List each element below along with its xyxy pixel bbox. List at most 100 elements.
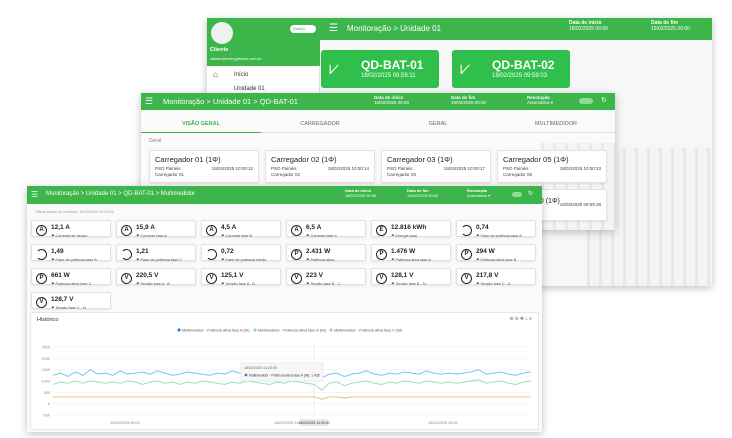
legend-marker (253, 328, 257, 332)
series-line (52, 379, 532, 391)
tab-geral[interactable]: GERAL (379, 116, 497, 133)
metric-icon: V (461, 273, 472, 284)
metric-label: ⚑ Fator de potência fase B (51, 258, 97, 262)
date-end[interactable]: Data de fim 19/02/2025 00:00 (651, 20, 690, 33)
menu-icon[interactable]: ☰ (329, 23, 338, 34)
metric-icon (121, 249, 132, 260)
metric-card: P 294 W ⚑ Potência ativa fase B (456, 244, 536, 262)
card-title: QD-BAT-01 (361, 58, 424, 72)
metric-icon: A (291, 225, 302, 236)
metric-label: ⚑ Energia total (391, 234, 417, 238)
date-start[interactable]: Data de início 18/02/2025 06:00 (345, 188, 376, 198)
x-tick-label: 18/02/2025 06:00 (110, 421, 140, 425)
metric-label: ⚑ Corrente fase C (306, 234, 338, 238)
menu-icon[interactable]: ☰ (31, 190, 38, 199)
metric-label: ⚑ Potência ativa fase C (51, 282, 92, 286)
metric-label: ⚑ Potência ativa (306, 258, 335, 262)
resolution-select[interactable]: Resolução Automática ▾ (527, 95, 553, 105)
y-tick-label: 0 (48, 402, 50, 406)
user-name: Cliente (210, 47, 229, 53)
charger-card-02[interactable]: Carregador 02 (1Φ) PSO Painéis Carregador… (265, 150, 375, 183)
metric-value: 15,9 A (136, 224, 155, 231)
metric-value: 217,8 V (476, 272, 499, 279)
metric-value: 128,1 V (391, 272, 414, 279)
metric-icon: E (376, 225, 387, 236)
metric-label: ⚑ Tensão fase A - N (221, 282, 256, 286)
top-bar: ☰ Monitoração > Unidade 01 > QD-BAT-01 D… (141, 93, 615, 110)
last-update: Última leitura do medidor: 18/02/2025 11… (35, 210, 114, 214)
metric-icon: V (121, 273, 132, 284)
charger-card-03[interactable]: Carregador 03 (1Φ) PSO Painéis Carregador… (381, 150, 491, 183)
y-tick-label: 2000 (42, 357, 50, 361)
metric-value: 661 W (51, 272, 70, 279)
equipment-logo-icon: ⩗ (329, 58, 340, 78)
metric-value: 12.816 kWh (391, 224, 427, 231)
metric-icon (206, 249, 217, 260)
metric-icon: V (376, 273, 387, 284)
metric-card: 1,49 ⚑ Fator de potência fase B (31, 244, 111, 262)
sidebar-item-label: Início (234, 72, 249, 78)
charger-title: Carregador 03 (1Φ) (387, 155, 453, 164)
charger-card-01[interactable]: Carregador 01 (1Φ) PSO Painéis Carregador… (149, 150, 259, 183)
metric-value: 0,72 (221, 248, 234, 255)
metric-value: 1,21 (136, 248, 149, 255)
metric-icon: V (291, 273, 302, 284)
metric-label: ⚑ Corrente fase B (221, 234, 253, 238)
charger-date: 18/02/2025 10:00:23 (559, 166, 601, 171)
metric-icon: P (291, 249, 302, 260)
metric-value: 1.476 W (391, 248, 416, 255)
sidebar-item-label: Unidade 01 (234, 86, 265, 92)
metric-card: P 661 W ⚑ Potência ativa fase C (31, 268, 111, 286)
metric-card: V 217,8 V ⚑ Tensão fase C - A (456, 268, 536, 286)
tab-visao-geral[interactable]: VISÃO GERAL (141, 116, 261, 133)
metric-card: 1,21 ⚑ Fator de potência fase C (116, 244, 196, 262)
card-date: 18/02/2025 09:59:03 (492, 73, 548, 79)
history-panel: Histórico ⊕⊖✥⌂≡ 2500 2000 1500 1000 500 0 -500… (30, 312, 539, 430)
date-end[interactable]: Data de fim 19/02/2025 00:00 (451, 95, 486, 105)
metric-icon: V (206, 273, 217, 284)
metric-card: V 223 V ⚑ Tensão fase B - C (286, 268, 366, 286)
resolution-select[interactable]: Resolução Automática ▾ (467, 188, 490, 198)
y-tick-label: 2500 (42, 346, 50, 350)
date-start[interactable]: Data de início 18/02/2025 06:00 (374, 95, 409, 105)
charger-card-05[interactable]: Carregador 05 (1Φ) PSO Painéis Carregador… (497, 150, 607, 183)
history-chart[interactable]: 2500 2000 1500 1000 500 0 -500 18/02/2025 06:00… (31, 323, 540, 431)
tab-carregador[interactable]: CARREGADOR (261, 116, 379, 133)
download-icon[interactable]: ≡ (529, 316, 533, 322)
metric-card: V 128,7 V ⚑ Tensão fase C - N (31, 292, 111, 310)
metric-label: ⚑ Fator de potência fase C (136, 258, 183, 262)
metric-label: ⚑ Fator de potência médio (221, 258, 267, 262)
metric-icon: P (461, 249, 472, 260)
card-title: QD-BAT-02 (492, 58, 555, 72)
x-tick-label: 18/02/2025 18:00 (428, 421, 458, 425)
sidebar-item-inicio[interactable]: ⌂ Início (207, 68, 320, 82)
metric-card: E 12.816 kWh ⚑ Energia total (371, 220, 451, 238)
user-email: cliente@energytrader.com.br (210, 56, 262, 61)
metric-value: 12,1 A (51, 224, 70, 231)
legend-label: Multimedidor - Potência ativa fase A (W) (182, 329, 250, 333)
metric-value: 294 W (476, 248, 495, 255)
tab-multimedidor[interactable]: MULTIMEDIDOR (497, 116, 615, 133)
switch-toggle[interactable]: Switch (290, 25, 316, 33)
auto-refresh-toggle[interactable] (579, 98, 593, 104)
refresh-icon[interactable]: ↻ (528, 190, 533, 197)
date-end[interactable]: Data de fim 19/02/2025 00:00 (407, 188, 438, 198)
metric-value: 220,5 V (136, 272, 159, 279)
chart-toolbar: ⊕⊖✥⌂≡ (509, 316, 533, 322)
legend-marker (177, 328, 181, 332)
metric-label: ⚑ Fator de potência fase A (476, 234, 522, 238)
metric-card: 0,74 ⚑ Fator de potência fase A (456, 220, 536, 238)
tooltip-marker (244, 373, 248, 377)
metric-icon: V (36, 297, 47, 308)
date-start[interactable]: Data de início 18/02/2025 06:00 (569, 20, 608, 33)
equipment-card-qd-bat-02[interactable]: ⩗ QD-BAT-02 18/02/2025 09:59:03 (452, 50, 570, 88)
auto-refresh-toggle[interactable] (512, 192, 522, 197)
metric-icon (36, 249, 47, 260)
legend-label: Multimedidor - Potência ativa fase B (W) (258, 329, 327, 333)
refresh-icon[interactable]: ↻ (601, 96, 607, 104)
avatar[interactable] (211, 22, 233, 44)
menu-icon[interactable]: ☰ (145, 96, 153, 107)
equipment-card-qd-bat-01[interactable]: ⩗ QD-BAT-01 18/02/2025 09:59:11 (321, 50, 439, 88)
y-tick-label: 1500 (42, 368, 50, 372)
metric-card: A 15,9 A ⚑ Corrente fase A (116, 220, 196, 238)
